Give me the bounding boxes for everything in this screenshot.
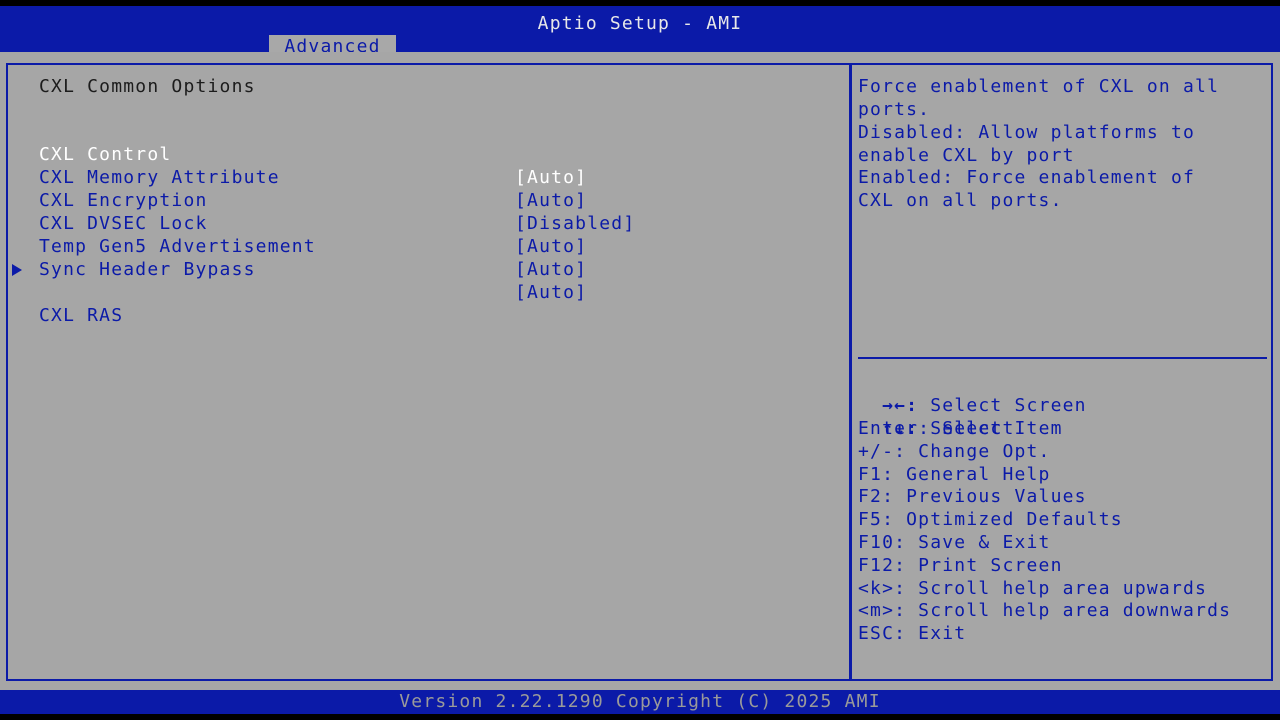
submenu-label: CXL RAS <box>39 305 124 326</box>
submenu-cxl-ras[interactable]: CXL RAS <box>0 258 845 326</box>
setting-sync-header-bypass[interactable]: Sync Header Bypass [Auto] <box>0 235 845 303</box>
key-hint: F10: Save & Exit <box>858 532 1051 553</box>
app-title: Aptio Setup - AMI <box>537 13 743 34</box>
help-text-line: Force enablement of CXL on all <box>858 76 1220 97</box>
help-text-line: Enabled: Force enablement of <box>858 167 1196 188</box>
key-hint: ESC: Exit <box>858 623 967 644</box>
key-hint: Enter: Select <box>858 418 1015 439</box>
help-text-line: ports. <box>858 99 931 120</box>
setting-cxl-control[interactable]: CXL Control [Auto] <box>0 120 845 188</box>
title-bar: Aptio Setup - AMI Advanced <box>0 6 1280 58</box>
key-hint: F1: General Help <box>858 464 1051 485</box>
help-divider <box>858 357 1267 359</box>
key-hint: F12: Print Screen <box>858 555 1063 576</box>
setting-value[interactable]: [Auto] <box>515 281 587 304</box>
key-hint: <k>: Scroll help area upwards <box>858 578 1208 599</box>
section-title: CXL Common Options <box>39 76 256 97</box>
key-hint: +/-: Change Opt. <box>858 441 1051 462</box>
version-footer: Version 2.22.1290 Copyright (C) 2025 AMI <box>0 690 1280 714</box>
panel-divider <box>849 63 852 679</box>
right-triangle-icon <box>12 264 22 276</box>
setting-temp-gen5-advertisement[interactable]: Temp Gen5 Advertisement [Auto] <box>0 212 845 280</box>
key-hint: <m>: Scroll help area downwards <box>858 600 1232 621</box>
setting-cxl-memory-attribute[interactable]: CXL Memory Attribute [Auto] <box>0 143 845 211</box>
key-hint: F5: Optimized Defaults <box>858 509 1123 530</box>
help-text-line: CXL on all ports. <box>858 190 1063 211</box>
help-text-line: enable CXL by port <box>858 145 1075 166</box>
help-text-line: Disabled: Allow platforms to <box>858 122 1196 143</box>
setting-cxl-dvsec-lock[interactable]: CXL DVSEC Lock [Auto] <box>0 189 845 257</box>
setting-cxl-encryption[interactable]: CXL Encryption [Disabled] <box>0 166 845 234</box>
key-hint: F2: Previous Values <box>858 486 1087 507</box>
